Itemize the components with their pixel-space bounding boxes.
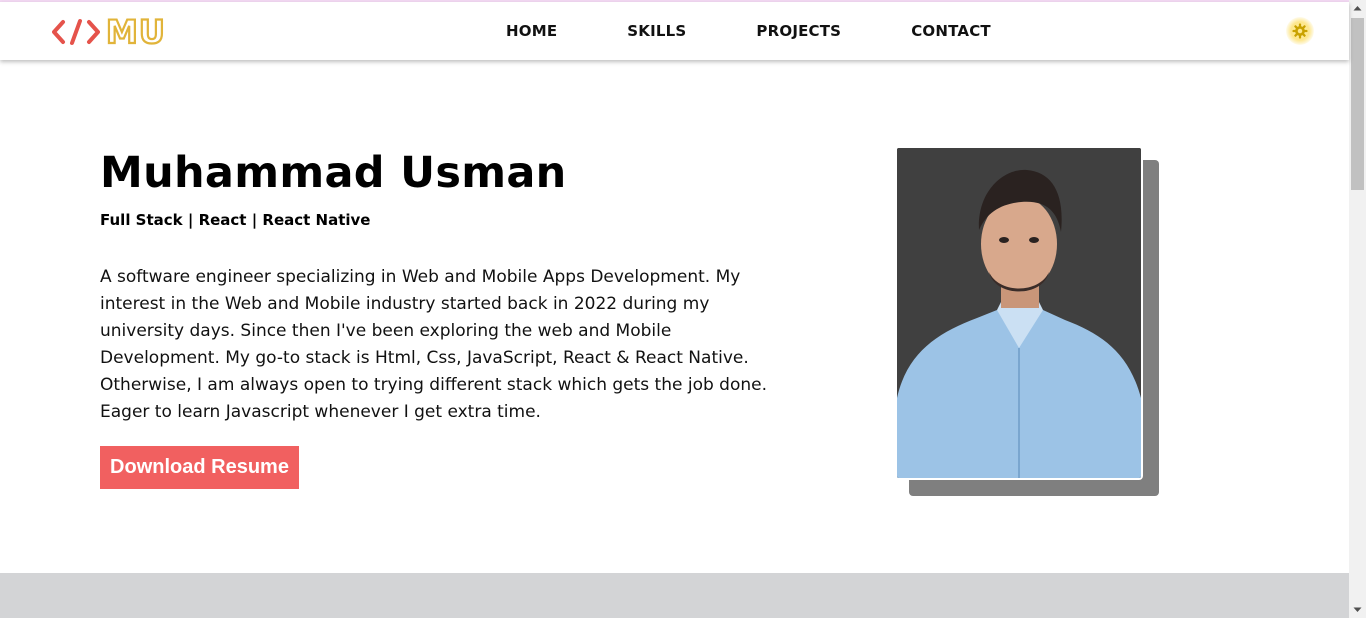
download-resume-button[interactable]: Download Resume (100, 446, 299, 489)
scroll-down-arrow-icon[interactable] (1349, 601, 1366, 618)
nav-home[interactable]: HOME (506, 22, 557, 40)
profile-photo (895, 146, 1143, 480)
logo-initials: MU (105, 13, 166, 51)
scroll-thumb[interactable] (1351, 18, 1364, 190)
theme-toggle-button[interactable] (1286, 17, 1314, 45)
gear-icon (1292, 23, 1308, 39)
hero-roles: Full Stack | React | React Native (100, 211, 371, 229)
hero-bio: A software engineer specializing in Web … (100, 267, 768, 422)
navbar: MU HOME SKILLS PROJECTS CONTACT (0, 2, 1349, 60)
nav-skills[interactable]: SKILLS (627, 22, 686, 40)
main-nav: HOME SKILLS PROJECTS CONTACT (490, 2, 991, 60)
nav-projects[interactable]: PROJECTS (756, 22, 841, 40)
hero-name: Muhammad Usman (100, 148, 567, 198)
profile-photo-image (897, 148, 1141, 478)
scroll-up-arrow-icon[interactable] (1349, 0, 1366, 17)
next-section (0, 573, 1349, 618)
logo[interactable]: MU (52, 13, 166, 51)
code-icon (52, 19, 100, 45)
scrollbar[interactable] (1349, 0, 1366, 618)
nav-contact[interactable]: CONTACT (911, 22, 991, 40)
